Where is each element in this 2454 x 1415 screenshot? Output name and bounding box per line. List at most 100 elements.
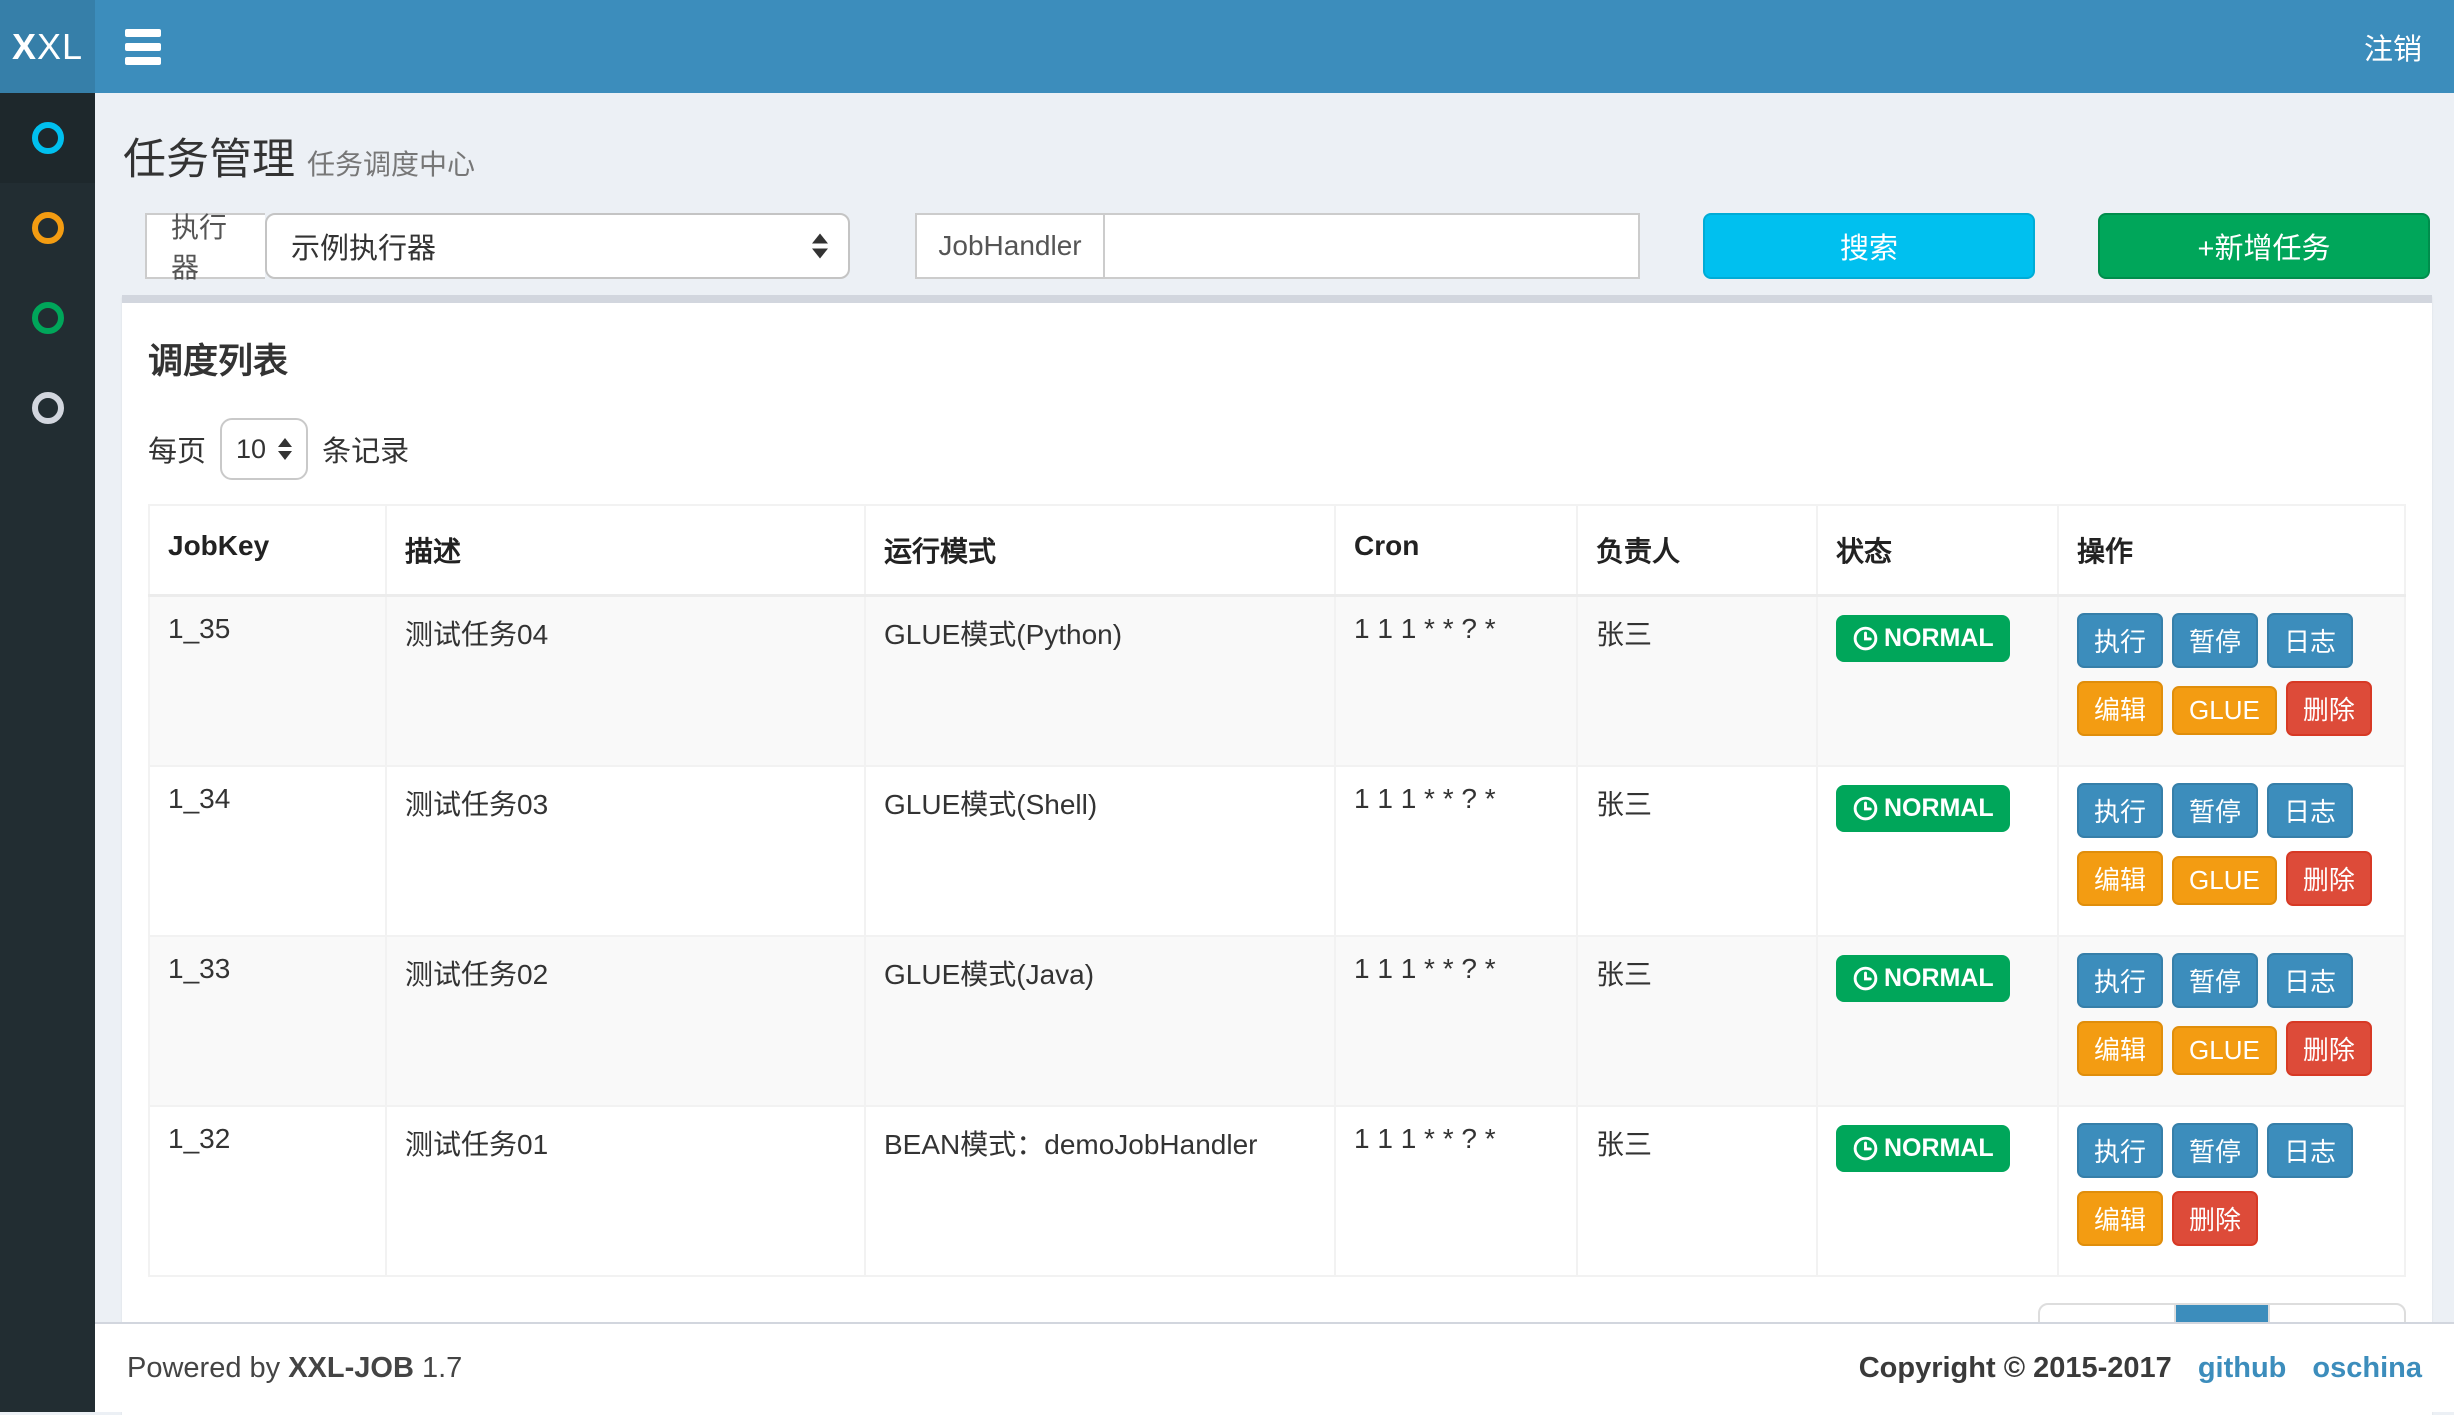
executor-select[interactable]: 示例执行器 [265,213,850,279]
jobhandler-input[interactable] [1105,213,1640,279]
content-header: 任务管理任务调度中心 [95,93,2454,187]
cell-cron: 1 1 1 * * ? * [1335,596,1577,767]
search-button[interactable]: 搜索 [1703,213,2035,279]
cell-jobkey: 1_34 [149,766,386,936]
sidebar [0,93,95,1412]
cell-run-mode: GLUE模式(Python) [865,596,1335,767]
cell-status: NORMAL [1817,936,2058,1106]
top-navbar: XXL 注销 [0,0,2454,93]
cell-cron: 1 1 1 * * ? * [1335,1106,1577,1276]
status-text: NORMAL [1884,624,1994,653]
edit-button[interactable]: 编辑 [2077,1191,2163,1246]
powered-by: Powered by XXL-JOB 1.7 [127,1352,462,1385]
executor-selected-value: 示例执行器 [291,225,436,267]
product-version: 1.7 [422,1352,462,1384]
cell-actions: 执行暂停日志编辑GLUE删除 [2058,936,2405,1106]
product-name: XXL-JOB [288,1352,414,1384]
run-button[interactable]: 执行 [2077,783,2163,838]
log-button[interactable]: 日志 [2267,953,2353,1008]
status-badge: NORMAL [1836,785,2010,832]
status-badge: NORMAL [1836,1125,2010,1172]
page-title: 任务管理 [123,136,295,184]
cell-description: 测试任务02 [386,936,865,1106]
cell-owner: 张三 [1577,1106,1817,1276]
circle-icon [32,392,64,424]
cell-run-mode: GLUE模式(Java) [865,936,1335,1106]
cell-owner: 张三 [1577,596,1817,767]
schedule-list-panel: 调度列表 每页 10 条记录 JobKey描述运行模式Cron负责人状态操作 1… [122,295,2432,1415]
cell-cron: 1 1 1 * * ? * [1335,766,1577,936]
delete-button[interactable]: 删除 [2172,1191,2258,1246]
delete-button[interactable]: 删除 [2286,1021,2372,1076]
cell-actions: 执行暂停日志编辑GLUE删除 [2058,766,2405,936]
table-header-row: JobKey描述运行模式Cron负责人状态操作 [149,505,2405,596]
page-size-prefix: 每页 [148,428,206,470]
select-arrows-icon [812,234,828,259]
main-content: 任务管理任务调度中心 执行器 示例执行器 JobHandler 搜索 +新增任务… [95,93,2454,1322]
column-header: 负责人 [1577,505,1817,596]
page-size-suffix: 条记录 [322,428,409,470]
column-header: 操作 [2058,505,2405,596]
column-header: 运行模式 [865,505,1335,596]
table-row: 1_33 测试任务02 GLUE模式(Java) 1 1 1 * * ? * 张… [149,936,2405,1106]
run-button[interactable]: 执行 [2077,613,2163,668]
column-header: 描述 [386,505,865,596]
table-row: 1_34 测试任务03 GLUE模式(Shell) 1 1 1 * * ? * … [149,766,2405,936]
footer: Powered by XXL-JOB 1.7 Copyright © 2015-… [95,1322,2454,1412]
jobs-table: JobKey描述运行模式Cron负责人状态操作 1_35 测试任务04 GLUE… [148,504,2406,1277]
run-button[interactable]: 执行 [2077,953,2163,1008]
cell-description: 测试任务03 [386,766,865,936]
glue-button[interactable]: GLUE [2172,686,2277,735]
jobhandler-label: JobHandler [915,213,1105,279]
cell-owner: 张三 [1577,936,1817,1106]
edit-button[interactable]: 编辑 [2077,851,2163,906]
hamburger-menu-icon[interactable] [95,0,191,93]
status-text: NORMAL [1884,1134,1994,1163]
glue-button[interactable]: GLUE [2172,856,2277,905]
cell-status: NORMAL [1817,766,2058,936]
log-button[interactable]: 日志 [2267,783,2353,838]
pause-button[interactable]: 暂停 [2172,613,2258,668]
glue-button[interactable]: GLUE [2172,1026,2277,1075]
logout-link[interactable]: 注销 [2364,26,2422,68]
edit-button[interactable]: 编辑 [2077,1021,2163,1076]
sidebar-item-4[interactable] [0,363,95,453]
pause-button[interactable]: 暂停 [2172,953,2258,1008]
add-task-button[interactable]: +新增任务 [2098,213,2430,279]
cell-jobkey: 1_35 [149,596,386,767]
status-badge: NORMAL [1836,955,2010,1002]
cell-actions: 执行暂停日志编辑删除 [2058,1106,2405,1276]
github-link[interactable]: github [2198,1352,2287,1385]
cell-run-mode: GLUE模式(Shell) [865,766,1335,936]
logo-bold: X [12,26,37,68]
status-badge: NORMAL [1836,615,2010,662]
executor-label: 执行器 [145,213,265,279]
page-size-row: 每页 10 条记录 [148,418,2406,480]
oschina-link[interactable]: oschina [2312,1352,2422,1385]
cell-description: 测试任务01 [386,1106,865,1276]
log-button[interactable]: 日志 [2267,1123,2353,1178]
delete-button[interactable]: 删除 [2286,851,2372,906]
page-size-value: 10 [236,434,266,465]
pause-button[interactable]: 暂停 [2172,1123,2258,1178]
sidebar-item-2[interactable] [0,183,95,273]
table-row: 1_35 测试任务04 GLUE模式(Python) 1 1 1 * * ? *… [149,596,2405,767]
circle-icon [32,122,64,154]
app-logo[interactable]: XXL [0,0,95,93]
pause-button[interactable]: 暂停 [2172,783,2258,838]
delete-button[interactable]: 删除 [2286,681,2372,736]
sidebar-item-3[interactable] [0,273,95,363]
run-button[interactable]: 执行 [2077,1123,2163,1178]
cell-status: NORMAL [1817,1106,2058,1276]
column-header: 状态 [1817,505,2058,596]
page-subtitle: 任务调度中心 [307,149,475,180]
table-body: 1_35 测试任务04 GLUE模式(Python) 1 1 1 * * ? *… [149,596,2405,1277]
jobhandler-group: JobHandler [915,213,1640,279]
sidebar-item-1[interactable] [0,93,95,183]
edit-button[interactable]: 编辑 [2077,681,2163,736]
log-button[interactable]: 日志 [2267,613,2353,668]
page-size-select[interactable]: 10 [220,418,308,480]
status-text: NORMAL [1884,964,1994,993]
cell-cron: 1 1 1 * * ? * [1335,936,1577,1106]
cell-run-mode: BEAN模式：demoJobHandler [865,1106,1335,1276]
